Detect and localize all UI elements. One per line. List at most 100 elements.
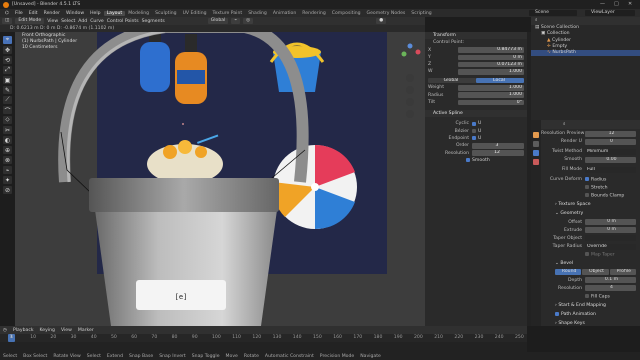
resolution-preview-field[interactable]: 12 (585, 130, 636, 137)
menu-edit[interactable]: Edit (26, 11, 41, 16)
shading-solid-icon[interactable]: ● (376, 18, 387, 24)
fill-mode-dropdown[interactable]: Full (585, 166, 636, 173)
menu-file[interactable]: File (12, 11, 26, 16)
tab-rendering[interactable]: Rendering (299, 11, 328, 16)
mode-dropdown[interactable]: Edit Mode (15, 18, 45, 24)
fill-caps-checkbox[interactable]: Fill Caps (585, 293, 610, 299)
object-data-tab-icon[interactable] (533, 132, 539, 138)
tool-radius[interactable]: ◐ (3, 136, 12, 144)
tool-tilt[interactable]: ⊕ (3, 146, 12, 154)
global-toggle[interactable]: Global (428, 77, 476, 84)
view-layer-selector[interactable]: ViewLayer (585, 10, 635, 16)
local-toggle[interactable]: Local (476, 77, 524, 84)
taper-radius-dropdown[interactable]: Override (585, 243, 636, 250)
start-end-mapping-panel[interactable]: › Start & End Mapping (541, 302, 640, 309)
properties-search[interactable]: ⌕ (541, 120, 640, 129)
bevel-resolution-field[interactable]: 4 (585, 285, 636, 292)
header-menu-control-points[interactable]: Control Points (107, 19, 139, 24)
timeline-ruler[interactable]: 1 0 10 20 30 40 50 60 70 80 90 100 110 120 130 140 150 1… (0, 334, 527, 342)
timeline-menu-playback[interactable]: Playback (13, 328, 34, 333)
minimize-button[interactable]: — (600, 1, 605, 7)
texture-space-panel[interactable]: › Texture Space (541, 201, 640, 208)
maximize-button[interactable]: □ (614, 1, 619, 7)
header-menu-segments[interactable]: Segments (142, 19, 165, 24)
tool-transform[interactable]: ▣ (3, 76, 12, 84)
header-menu-curve[interactable]: Curve (90, 19, 104, 24)
close-button[interactable]: ✕ (628, 1, 632, 7)
order-u-field[interactable]: 3 (472, 142, 524, 149)
tool-rotate[interactable]: ⟲ (3, 56, 12, 64)
timeline-menu-view[interactable]: View (61, 328, 72, 333)
tilt-field[interactable]: 0° (458, 99, 524, 106)
snap-toggle-icon[interactable]: ⌁ (231, 18, 241, 24)
navigation-gizmo[interactable] (398, 36, 422, 136)
tab-layout[interactable]: Layout (103, 10, 126, 16)
material-tab-icon[interactable] (533, 159, 539, 165)
scene-selector[interactable]: Scene (529, 10, 577, 16)
bounds-clamp-checkbox[interactable]: Bounds Clamp (585, 193, 624, 199)
timeline-menu-marker[interactable]: Marker (78, 328, 94, 333)
z-field[interactable]: 0.07123 m (458, 61, 524, 68)
extrude-field[interactable]: 0 m (585, 227, 636, 234)
tool-smooth[interactable]: ✦ (3, 176, 12, 184)
bevel-depth-field[interactable]: 0.1 m (585, 277, 636, 284)
tab-geometry-nodes[interactable]: Geometry Nodes (364, 11, 409, 16)
tab-animation[interactable]: Animation (270, 11, 299, 16)
editor-type-button[interactable]: ◫ (2, 18, 13, 24)
resolution-u-field[interactable]: 12 (472, 150, 524, 156)
endpoint-u-checkbox[interactable] (472, 136, 476, 141)
menu-window[interactable]: Window (63, 11, 87, 16)
offset-field[interactable]: 0 m (585, 219, 636, 226)
header-menu-add[interactable]: Add (78, 19, 87, 24)
geometry-panel[interactable]: ⌄ Geometry (541, 210, 640, 217)
header-menu-select[interactable]: Select (61, 19, 75, 24)
tool-move[interactable]: ✥ (3, 46, 12, 54)
render-u-field[interactable]: 0 (585, 138, 636, 145)
cyclic-u-checkbox[interactable] (472, 121, 476, 126)
timeline-editor-icon[interactable]: ◷ (3, 328, 7, 333)
tool-pen[interactable]: ⬦ (3, 116, 12, 124)
tool-extrude[interactable]: ✂ (3, 126, 12, 134)
menu-blender-icon[interactable]: ⌬ (2, 11, 12, 16)
properties-tabs[interactable] (531, 120, 541, 326)
tab-uv-editing[interactable]: UV Editing (180, 11, 210, 16)
tab-modeling[interactable]: Modeling (125, 11, 152, 16)
search-icon[interactable]: ⌕ (535, 18, 538, 23)
w-field[interactable]: 1.000 (458, 69, 524, 75)
tool-scale[interactable]: ⤢ (3, 66, 12, 74)
tool-shrink[interactable]: ⊘ (3, 186, 12, 194)
path-animation-panel[interactable]: Path Animation (541, 311, 640, 318)
bezier-u-checkbox[interactable] (472, 129, 476, 134)
timeline-keyframe-area[interactable] (0, 342, 527, 352)
tab-shading[interactable]: Shading (245, 11, 270, 16)
modifier-tab-icon[interactable] (533, 141, 539, 147)
map-taper-checkbox[interactable]: Map Taper (585, 252, 615, 258)
weight-field[interactable]: 1.000 (458, 84, 524, 91)
bevel-panel[interactable]: ⌄ Bevel (541, 260, 640, 267)
taper-object-field[interactable] (585, 235, 636, 242)
menu-help[interactable]: Help (87, 11, 103, 16)
smooth-checkbox[interactable] (466, 158, 470, 163)
orientation-dropdown[interactable]: Global (207, 18, 229, 24)
3d-viewport[interactable]: [e] (15, 32, 425, 326)
transform-section-header[interactable]: Transform (425, 32, 527, 39)
x-field[interactable]: 0.84773 m (458, 47, 524, 53)
tool-draw[interactable]: ⌒ (3, 106, 12, 115)
smooth-field[interactable]: 0.00 (585, 156, 636, 163)
tool-randomize[interactable]: ⊗ (3, 156, 12, 164)
curve-data-tab-icon[interactable] (533, 150, 539, 156)
twist-method-dropdown[interactable]: Minimum (585, 148, 636, 155)
tab-texture-paint[interactable]: Texture Paint (210, 11, 246, 16)
tab-scripting[interactable]: Scripting (408, 11, 434, 16)
active-spline-section-header[interactable]: Active Spline (425, 109, 527, 117)
tool-shear[interactable]: ⌁ (3, 166, 12, 174)
menu-render[interactable]: Render (41, 11, 63, 16)
tool-annotate[interactable]: ✎ (3, 86, 12, 94)
radius-checkbox[interactable]: Radius (585, 176, 606, 182)
shape-keys-panel[interactable]: › Shape Keys (541, 320, 640, 327)
bevel-object-tab[interactable]: Object (582, 269, 609, 276)
tool-measure[interactable]: ⟋ (3, 96, 12, 104)
header-menu-view[interactable]: View (47, 19, 58, 24)
stretch-checkbox[interactable]: Stretch (585, 184, 608, 190)
timeline-menu-keying[interactable]: Keying (40, 328, 55, 333)
